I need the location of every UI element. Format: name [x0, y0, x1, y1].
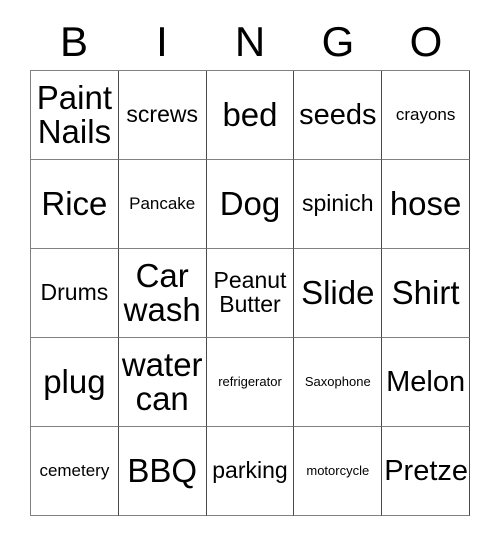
bingo-cell-label: parking: [212, 457, 288, 484]
bingo-cell-label: Dog: [219, 184, 281, 222]
bingo-cell[interactable]: water can: [118, 338, 207, 427]
bingo-cell[interactable]: Melon: [382, 338, 470, 427]
bingo-cell[interactable]: bed: [206, 71, 295, 160]
bingo-cell-label: BBQ: [127, 451, 198, 489]
bingo-cell-label: motorcycle: [306, 463, 370, 479]
bingo-cell-label: Rice: [41, 184, 108, 222]
bingo-cell[interactable]: seeds: [294, 71, 383, 160]
bingo-cell-label: Melon: [386, 365, 466, 398]
bingo-cell[interactable]: cemetery: [31, 427, 119, 516]
header-letter-g: G: [321, 18, 355, 65]
bingo-cell-label: screws: [126, 101, 198, 128]
bingo-cell[interactable]: hose: [382, 160, 470, 249]
bingo-cell-label: Slide: [301, 273, 375, 311]
header-letter-o: O: [409, 18, 443, 65]
bingo-cell-label: Paint Nails: [36, 78, 112, 150]
bingo-cell[interactable]: spinich: [294, 160, 383, 249]
bingo-cell[interactable]: screws: [118, 71, 207, 160]
bingo-cell-label: Drums: [40, 279, 109, 306]
header-letter-b: B: [59, 18, 88, 65]
bingo-cell[interactable]: Rice: [31, 160, 119, 249]
bingo-cell[interactable]: Car wash: [118, 249, 207, 338]
bingo-cell-label: Pancake: [129, 194, 196, 214]
bingo-cell-label: refrigerator: [218, 374, 282, 390]
bingo-cell[interactable]: plug: [31, 338, 119, 427]
bingo-cell[interactable]: Paint Nails: [31, 71, 119, 160]
bingo-cell-label: Shirt: [391, 273, 460, 311]
bingo-cell[interactable]: Pretzel: [382, 427, 470, 516]
bingo-cell[interactable]: refrigerator: [206, 338, 295, 427]
header-letter-i: I: [156, 18, 168, 65]
bingo-cell[interactable]: crayons: [382, 71, 470, 160]
bingo-cell-label: Car wash: [123, 256, 201, 328]
bingo-cell-label: seeds: [299, 98, 377, 131]
bingo-cell[interactable]: Slide: [294, 249, 383, 338]
bingo-cell[interactable]: parking: [206, 427, 295, 516]
bingo-cell-label: cemetery: [39, 461, 110, 481]
bingo-cell[interactable]: BBQ: [118, 427, 207, 516]
bingo-cell-label: spinich: [301, 190, 374, 217]
bingo-cell[interactable]: Shirt: [382, 249, 470, 338]
header-letter-n: N: [234, 18, 266, 65]
bingo-cell-label: Pretzel: [384, 454, 470, 487]
bingo-cell[interactable]: Saxophone: [294, 338, 383, 427]
bingo-cell[interactable]: Pancake: [118, 160, 207, 249]
bingo-cell-label: water can: [121, 345, 203, 417]
bingo-cell-label: bed: [222, 95, 278, 133]
bingo-cell-label: Peanut Butter: [213, 267, 287, 317]
bingo-cell-label: hose: [389, 184, 462, 222]
bingo-cell[interactable]: motorcycle: [294, 427, 383, 516]
bingo-header-row: B I N G O: [30, 14, 470, 70]
bingo-cell-label: plug: [43, 362, 106, 400]
bingo-grid: Paint Nails screws bed seeds crayons Ric…: [30, 70, 470, 516]
bingo-cell[interactable]: Peanut Butter: [206, 249, 295, 338]
bingo-cell-label: Saxophone: [304, 374, 371, 390]
bingo-cell[interactable]: Drums: [31, 249, 119, 338]
bingo-card: B I N G O Paint Nails screws bed seeds c…: [30, 14, 470, 516]
bingo-cell[interactable]: Dog: [206, 160, 295, 249]
bingo-cell-label: crayons: [395, 105, 456, 125]
